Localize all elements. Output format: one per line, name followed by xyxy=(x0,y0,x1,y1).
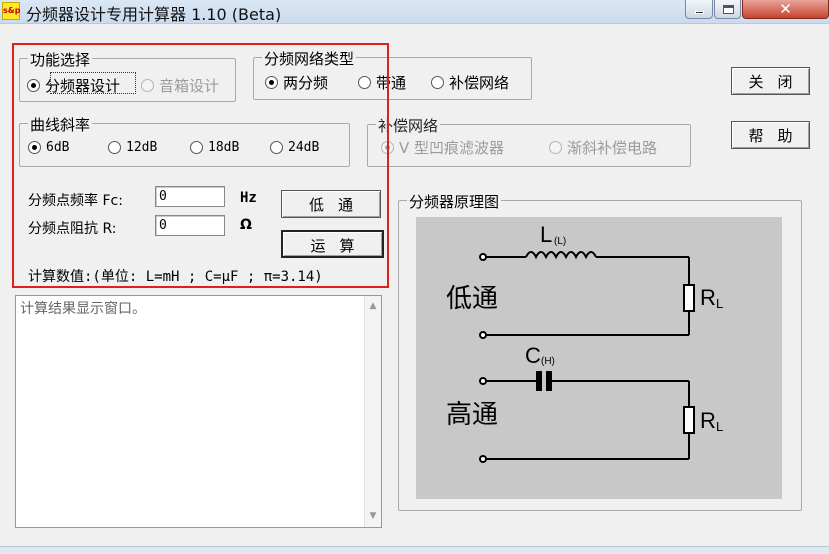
terminal-lp-in xyxy=(479,253,487,261)
title-bar[interactable]: s&p 分频器设计专用计算器 1.10 (Beta) ✕ xyxy=(0,0,829,24)
capacitor-plate-left xyxy=(536,371,542,391)
radio-dot xyxy=(549,141,562,154)
window-bottom-edge xyxy=(0,546,829,554)
button-label: 关闭 xyxy=(748,73,807,91)
window-title: 分频器设计专用计算器 1.10 (Beta) xyxy=(26,5,282,24)
hp-load-subscript: L xyxy=(716,419,723,434)
radio-label: 补偿网络 xyxy=(449,74,510,92)
minimize-button[interactable] xyxy=(685,0,713,19)
capacitor-label: C xyxy=(525,343,541,368)
hp-load-label: R xyxy=(700,408,716,433)
result-text: 计算结果显示窗口。 xyxy=(20,301,146,317)
schematic-svg: L (L) C (H) R L R L 低通 高通 xyxy=(446,222,723,463)
hp-resistor-symbol xyxy=(683,406,695,434)
lp-load-label: R xyxy=(700,285,716,310)
radio-v-notch-filter[interactable]: V 型凹痕滤波器 xyxy=(381,137,504,158)
highpass-label: 高通 xyxy=(446,400,498,430)
scroll-up-icon[interactable]: ▲ xyxy=(365,298,381,315)
maximize-icon xyxy=(723,5,734,14)
capacitor-subscript: (H) xyxy=(541,356,555,367)
close-window-button[interactable]: ✕ xyxy=(742,0,829,19)
close-button[interactable]: 关闭 xyxy=(731,67,810,95)
help-button[interactable]: 帮助 xyxy=(731,121,810,149)
lowpass-label: 低通 xyxy=(446,284,498,314)
terminal-lp-out xyxy=(479,331,487,339)
scroll-down-icon[interactable]: ▼ xyxy=(365,508,381,525)
minimize-icon xyxy=(695,11,704,14)
button-label: 帮助 xyxy=(748,127,807,145)
result-textarea[interactable]: 计算结果显示窗口。 ▲ ▼ xyxy=(15,295,382,528)
lp-load-subscript: L xyxy=(716,296,723,311)
inductor-subscript: (L) xyxy=(554,236,566,247)
capacitor-plate-right xyxy=(546,371,552,391)
app-icon: s&p xyxy=(2,2,20,20)
terminal-hp-out xyxy=(479,455,487,463)
radio-label: 渐斜补偿电路 xyxy=(567,139,658,157)
close-icon: ✕ xyxy=(779,0,792,18)
radio-slope-compensation[interactable]: 渐斜补偿电路 xyxy=(549,137,657,158)
radio-label: V 型凹痕滤波器 xyxy=(399,139,505,157)
radio-compensation[interactable]: 补偿网络 xyxy=(431,72,509,93)
maximize-button[interactable] xyxy=(714,0,741,19)
diagram-title: 分频器原理图 xyxy=(407,191,502,212)
radio-dot xyxy=(431,76,444,89)
highlight-frame xyxy=(12,43,389,288)
lp-resistor-symbol xyxy=(683,284,695,312)
inductor-label: L xyxy=(540,222,552,247)
inductor-symbol xyxy=(525,251,597,260)
result-scrollbar[interactable]: ▲ ▼ xyxy=(364,296,381,527)
terminal-hp-in xyxy=(479,377,487,385)
crossover-schematic: L (L) C (H) R L R L 低通 高通 xyxy=(416,217,782,499)
